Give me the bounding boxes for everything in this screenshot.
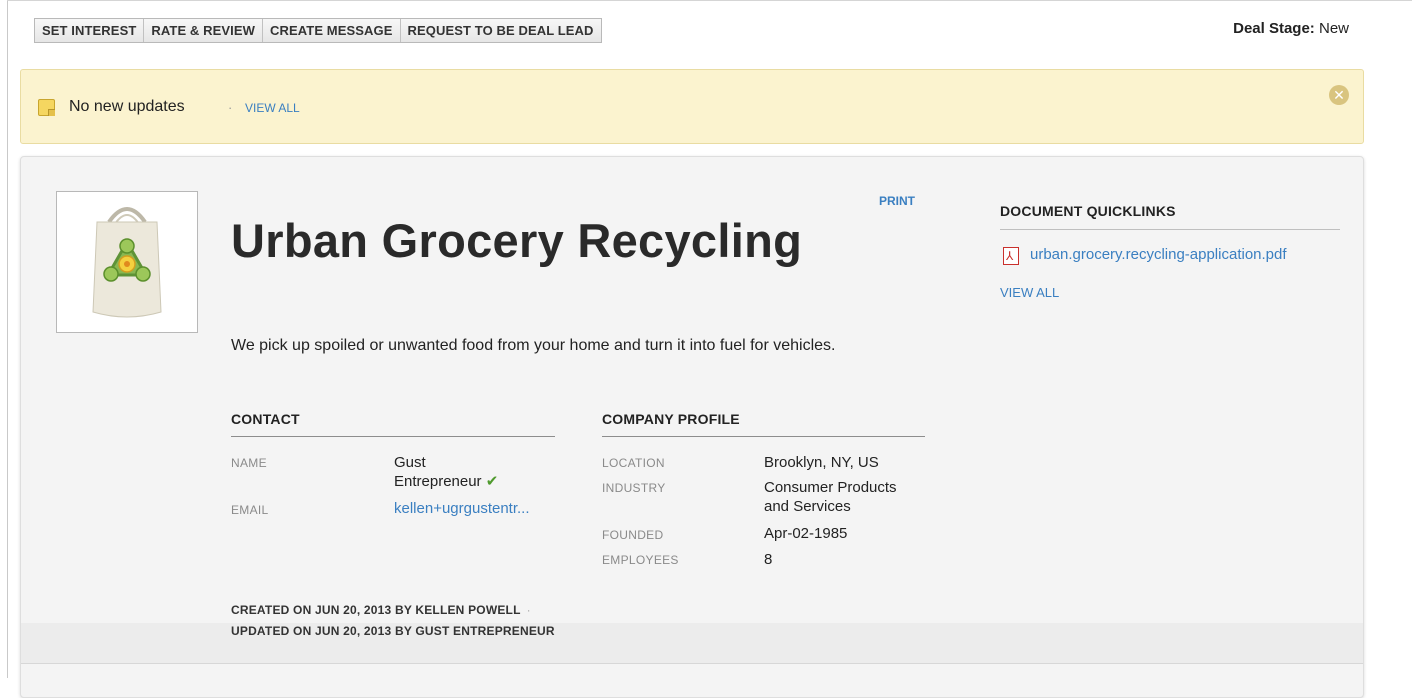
rate-review-button[interactable]: RATE & REVIEW bbox=[144, 19, 264, 42]
industry-line1: Consumer Products bbox=[764, 479, 897, 496]
action-toolbar: SET INTEREST RATE & REVIEW CREATE MESSAG… bbox=[34, 18, 602, 43]
updated-meta: UPDATED ON JUN 20, 2013 BY GUST ENTREPRE… bbox=[231, 624, 555, 638]
contact-name-first: Gust bbox=[394, 454, 426, 471]
create-message-button[interactable]: CREATE MESSAGE bbox=[263, 19, 401, 42]
contact-divider bbox=[231, 436, 555, 437]
location-label: LOCATION bbox=[602, 456, 665, 470]
frame-border-top bbox=[7, 0, 1412, 1]
created-meta: CREATED ON JUN 20, 2013 BY KELLEN POWELL… bbox=[231, 603, 531, 617]
company-tagline: We pick up spoiled or unwanted food from… bbox=[231, 337, 836, 354]
updates-text: No new updates bbox=[69, 98, 185, 115]
updates-view-all-link[interactable]: VIEW ALL bbox=[245, 101, 300, 115]
company-name: Urban Grocery Recycling bbox=[231, 214, 803, 267]
employees-label: EMPLOYEES bbox=[602, 553, 679, 567]
contact-heading: CONTACT bbox=[231, 411, 300, 427]
card-footer-band bbox=[21, 623, 1363, 663]
founded-label: FOUNDED bbox=[602, 528, 664, 542]
contact-email-link[interactable]: kellen+ugrgustentr... bbox=[394, 499, 530, 518]
pdf-document-link[interactable]: urban.grocery.recycling-application.pdf bbox=[1030, 246, 1287, 263]
industry-value: Consumer Products and Services bbox=[764, 478, 897, 516]
contact-email-label: EMAIL bbox=[231, 503, 269, 517]
deal-stage-label: Deal Stage: bbox=[1233, 20, 1315, 37]
industry-label: INDUSTRY bbox=[602, 481, 666, 495]
meta-separator: · bbox=[526, 603, 531, 617]
company-logo bbox=[56, 191, 198, 333]
contact-name-last: Entrepreneur bbox=[394, 473, 482, 490]
updates-notice: No new updates · VIEW ALL ✕ bbox=[20, 69, 1364, 144]
frame-border bbox=[7, 0, 8, 678]
founded-value: Apr-02-1985 bbox=[764, 525, 848, 542]
print-link[interactable]: PRINT bbox=[879, 194, 915, 208]
employees-value: 8 bbox=[764, 551, 773, 568]
note-icon bbox=[38, 99, 55, 116]
industry-line2: and Services bbox=[764, 498, 851, 515]
quicklinks-divider bbox=[1000, 229, 1340, 230]
close-icon[interactable]: ✕ bbox=[1329, 85, 1349, 105]
created-text: CREATED ON JUN 20, 2013 BY KELLEN POWELL bbox=[231, 603, 521, 617]
contact-name-label: NAME bbox=[231, 456, 267, 470]
request-deal-lead-button[interactable]: REQUEST TO BE DEAL LEAD bbox=[400, 19, 601, 42]
location-value: Brooklyn, NY, US bbox=[764, 454, 879, 471]
company-profile-heading: COMPANY PROFILE bbox=[602, 411, 740, 427]
tote-bag-logo-image bbox=[92, 207, 162, 318]
card-divider bbox=[21, 663, 1363, 664]
company-profile-divider bbox=[602, 436, 925, 437]
check-icon: ✔ bbox=[485, 473, 499, 490]
pdf-icon bbox=[1003, 247, 1019, 265]
quicklinks-view-all-link[interactable]: VIEW ALL bbox=[1000, 285, 1059, 300]
contact-name-last-line: Entrepreneur ✔ bbox=[394, 472, 498, 491]
document-quicklinks-heading: DOCUMENT QUICKLINKS bbox=[1000, 203, 1176, 219]
deal-stage-value: New bbox=[1318, 20, 1349, 37]
deal-card: Urban Grocery Recycling PRINT We pick up… bbox=[20, 156, 1364, 698]
set-interest-button[interactable]: SET INTEREST bbox=[35, 19, 145, 42]
contact-name-value: Gust Entrepreneur ✔ bbox=[394, 453, 498, 491]
updates-separator: · bbox=[228, 100, 233, 115]
deal-stage: Deal Stage: New bbox=[1233, 20, 1349, 37]
